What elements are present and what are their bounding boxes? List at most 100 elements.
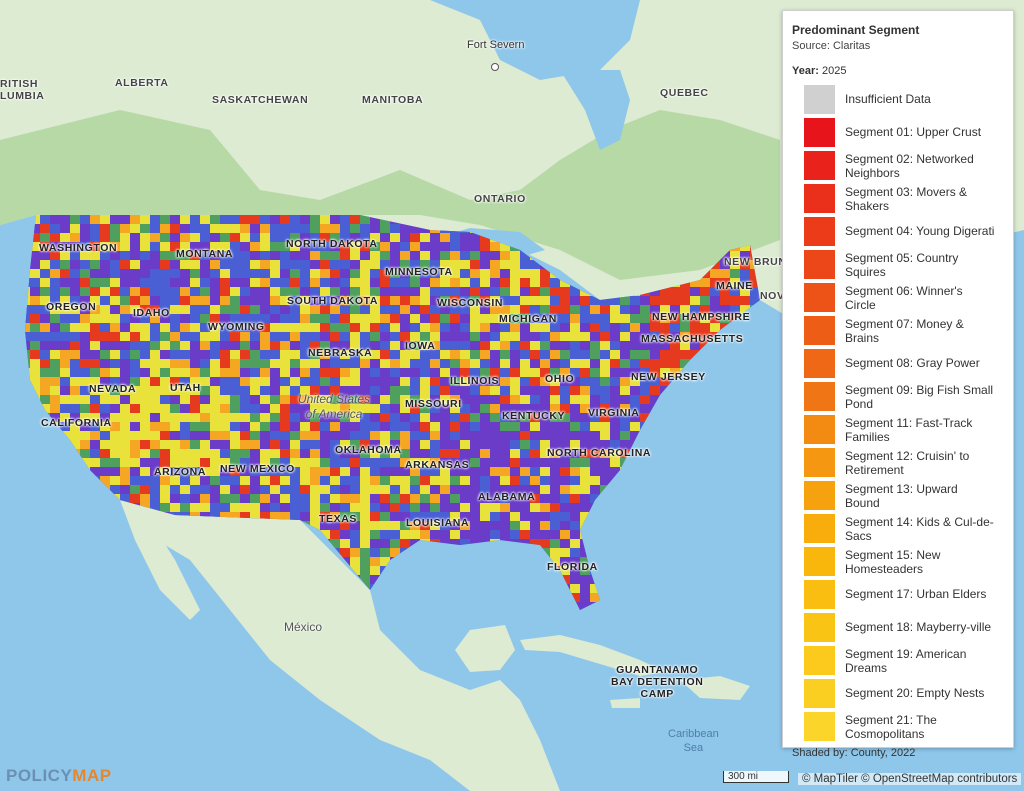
legend-swatch xyxy=(804,250,835,279)
label-new-jersey: NEW JERSEY xyxy=(631,371,706,383)
legend-item: Segment 08: Gray Power xyxy=(792,349,1004,378)
label-montana: MONTANA xyxy=(176,248,234,260)
map-attribution[interactable]: © MapTiler © OpenStreetMap contributors xyxy=(798,773,1022,785)
label-arizona: ARIZONA xyxy=(154,466,207,478)
label-ohio: OHIO xyxy=(545,373,575,385)
legend-item: Segment 17: Urban Elders xyxy=(792,580,1004,609)
legend-item: Segment 01: Upper Crust xyxy=(792,118,1004,147)
legend-label: Segment 14: Kids & Cul-de-Sacs xyxy=(845,515,994,543)
label-illinois: ILLINOIS xyxy=(450,375,500,387)
label-california: CALIFORNIA xyxy=(41,417,112,429)
label-wisconsin: WISCONSIN xyxy=(437,297,504,309)
legend-label: Segment 13: Upward Bound xyxy=(845,482,958,510)
legend-year-value: 2025 xyxy=(821,65,847,77)
label-kentucky: KENTUCKY xyxy=(502,410,566,422)
legend-year-label: Year: xyxy=(792,65,819,77)
label-alabama: ALABAMA xyxy=(478,491,536,503)
legend-swatch xyxy=(804,580,835,609)
legend-swatch xyxy=(804,514,835,543)
label-virginia: VIRGINIA xyxy=(588,407,640,419)
legend-item: Segment 04: Young Digerati xyxy=(792,217,1004,246)
legend-source: Source: Claritas xyxy=(792,40,871,52)
legend-item: Insufficient Data xyxy=(792,85,1004,114)
label-texas: TEXAS xyxy=(319,513,358,525)
legend-label: Segment 03: Movers & Shakers xyxy=(845,185,968,213)
label-new-mexico: NEW MEXICO xyxy=(220,463,295,475)
legend-swatch xyxy=(804,151,835,180)
legend-swatch xyxy=(804,184,835,213)
label-iowa: IOWA xyxy=(405,340,436,352)
legend-item: Segment 03: Movers & Shakers xyxy=(792,184,1004,213)
label-florida: FLORIDA xyxy=(547,561,598,573)
label-british-columbia: RITISH LUMBIA xyxy=(0,78,45,102)
legend-label: Segment 18: Mayberry-ville xyxy=(845,620,992,634)
legend-item: Segment 12: Cruisin' to Retirement xyxy=(792,448,1004,477)
legend-item: Segment 02: Networked Neighbors xyxy=(792,151,1004,180)
legend-item: Segment 21: The Cosmopolitans xyxy=(792,712,1004,741)
legend-item: Segment 19: American Dreams xyxy=(792,646,1004,675)
label-massachusetts: MASSACHUSETTS xyxy=(641,333,744,345)
legend-item: Segment 13: Upward Bound xyxy=(792,481,1004,510)
label-fort-severn: Fort Severn xyxy=(467,39,525,51)
legend-item: Segment 15: New Homesteaders xyxy=(792,547,1004,576)
label-new-brunswick: NEW BRUN xyxy=(724,256,787,268)
label-caribbean-sea: Caribbean Sea xyxy=(668,728,719,754)
legend-items: Insufficient Data Segment 01: Upper Crust… xyxy=(792,85,1004,741)
legend-item: Segment 07: Money & Brains xyxy=(792,316,1004,345)
scale-bar: 300 mi xyxy=(723,771,789,783)
legend-shaded-by: Shaded by: County, 2022 xyxy=(792,747,1004,759)
label-mexico: México xyxy=(284,620,323,634)
legend-label: Insufficient Data xyxy=(845,92,931,106)
legend-item: Segment 18: Mayberry-ville xyxy=(792,613,1004,642)
legend-swatch xyxy=(804,85,835,114)
label-manitoba: MANITOBA xyxy=(362,94,424,106)
legend-label: Segment 05: Country Squires xyxy=(845,251,959,279)
legend-swatch xyxy=(804,481,835,510)
legend-swatch xyxy=(804,217,835,246)
legend-label: Segment 21: The Cosmopolitans xyxy=(845,713,937,741)
label-new-hampshire: NEW HAMPSHIRE xyxy=(652,311,751,323)
legend-label: Segment 08: Gray Power xyxy=(845,356,980,370)
legend-label: Segment 17: Urban Elders xyxy=(845,587,987,601)
legend-swatch xyxy=(804,283,835,312)
legend-item: Segment 20: Empty Nests xyxy=(792,679,1004,708)
label-washington: WASHINGTON xyxy=(39,242,118,254)
label-oklahoma: OKLAHOMA xyxy=(335,444,402,456)
label-south-dakota: SOUTH DAKOTA xyxy=(287,295,378,307)
legend-swatch xyxy=(804,316,835,345)
label-arkansas: ARKANSAS xyxy=(405,459,470,471)
legend-label: Segment 09: Big Fish Small Pond xyxy=(845,383,994,411)
label-north-carolina: NORTH CAROLINA xyxy=(547,447,652,459)
legend-item: Segment 05: Country Squires xyxy=(792,250,1004,279)
legend-label: Segment 01: Upper Crust xyxy=(845,125,982,139)
legend-label: Segment 07: Money & Brains xyxy=(845,317,964,345)
legend-label: Segment 12: Cruisin' to Retirement xyxy=(845,449,970,477)
label-united-states: United States of America xyxy=(298,392,371,421)
label-nebraska: NEBRASKA xyxy=(308,347,373,359)
legend-label: Segment 11: Fast-Track Families xyxy=(845,416,973,444)
legend-label: Segment 15: New Homesteaders xyxy=(845,548,941,576)
legend-item: Segment 09: Big Fish Small Pond xyxy=(792,382,1004,411)
legend-swatch xyxy=(804,712,835,741)
legend-panel: Predominant Segment Source: Claritas Yea… xyxy=(782,10,1014,759)
legend-label: Segment 20: Empty Nests xyxy=(845,686,985,700)
label-wyoming: WYOMING xyxy=(208,321,265,333)
legend-label: Segment 06: Winner's Circle xyxy=(845,284,963,312)
label-quebec: QUEBEC xyxy=(660,87,709,99)
legend-label: Segment 04: Young Digerati xyxy=(845,224,995,238)
label-louisiana: LOUISIANA xyxy=(406,517,470,529)
label-oregon: OREGON xyxy=(46,301,97,313)
fort-severn-dot xyxy=(491,63,499,71)
label-minnesota: MINNESOTA xyxy=(385,266,453,278)
logo-accent-text: MAP xyxy=(72,766,112,785)
legend-swatch xyxy=(804,382,835,411)
legend-label: Segment 19: American Dreams xyxy=(845,647,967,675)
logo-main-text: POLICY xyxy=(6,766,73,785)
policymap-logo[interactable]: POLICYMAP xyxy=(6,766,112,786)
legend-swatch xyxy=(804,679,835,708)
label-maine: MAINE xyxy=(716,280,753,292)
legend-shaded-label: Shaded by: xyxy=(792,747,848,759)
legend-swatch xyxy=(804,349,835,378)
label-nova: NOV xyxy=(760,290,785,302)
legend-year: Year: 2025 xyxy=(792,65,1004,77)
